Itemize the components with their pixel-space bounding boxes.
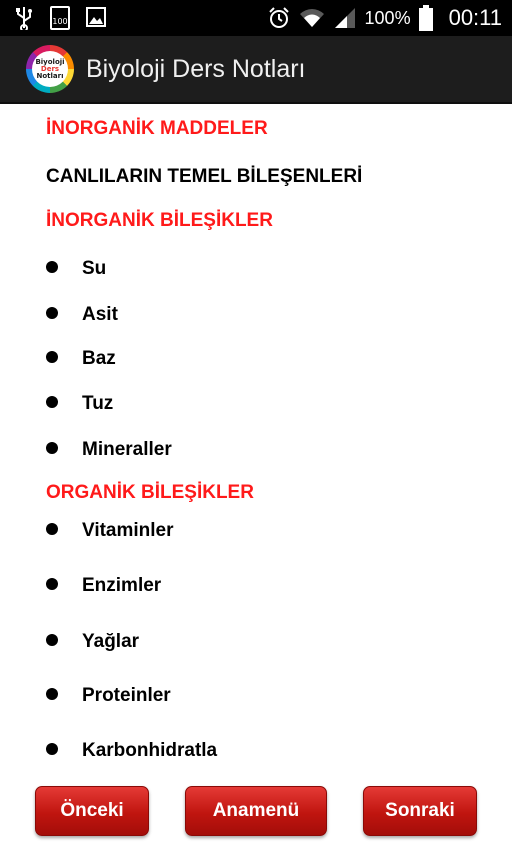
logo-line-3: Notları	[36, 71, 64, 80]
list-item-label: Yağlar	[82, 631, 140, 652]
alarm-icon	[268, 7, 289, 28]
previous-button[interactable]: Önceki	[35, 786, 149, 836]
list-item-label: Baz	[82, 348, 116, 369]
heading-inorganic-substances: İNORGANİK MADDELER	[46, 118, 268, 139]
battery-percent: 100%	[364, 7, 411, 28]
list-item: Tuz	[46, 393, 113, 417]
list-item: Enzimler	[46, 575, 161, 599]
content-scroll-area[interactable]: İNORGANİK MADDELER CANLILARIN TEMEL BİLE…	[0, 106, 512, 778]
bullet-icon	[46, 351, 58, 363]
list-item-label: Vitaminler	[82, 520, 174, 541]
list-item-label: Asit	[82, 304, 118, 325]
battery-level-icon: 100	[50, 6, 70, 30]
list-item-label: Mineraller	[82, 439, 172, 460]
signal-icon	[334, 8, 355, 28]
bullet-icon	[46, 396, 58, 408]
status-right: 100% 00:11	[267, 0, 502, 36]
list-item: Mineraller	[46, 439, 172, 463]
status-bar: 100 100% 00:11	[0, 0, 512, 36]
battery-icon	[418, 5, 433, 31]
bullet-icon	[46, 688, 58, 700]
bullet-icon	[46, 743, 58, 755]
list-item-label: Su	[82, 258, 107, 279]
action-bar: Biyoloji Ders Notları Biyoloji Ders Notl…	[0, 36, 512, 104]
main-menu-button[interactable]: Anamenü	[185, 786, 327, 836]
heading-organic-compounds: ORGANİK BİLEŞİKLER	[46, 482, 254, 503]
list-item-label: Tuz	[82, 393, 114, 414]
list-item-label: Karbonhidratla	[82, 740, 218, 761]
heading-inorganic-compounds: İNORGANİK BİLEŞİKLER	[46, 210, 273, 231]
list-item: Proteinler	[46, 685, 171, 709]
list-item: Asit	[46, 304, 118, 328]
battery-level-text: 100	[52, 17, 68, 26]
wifi-icon	[299, 9, 324, 27]
bullet-icon	[46, 307, 58, 319]
bullet-icon	[46, 261, 58, 273]
bottom-nav-bar: Önceki Anamenü Sonraki	[0, 778, 512, 842]
logo-inner: Biyoloji Ders Notları	[32, 51, 68, 87]
next-button[interactable]: Sonraki	[363, 786, 477, 836]
list-item: Baz	[46, 348, 116, 372]
app-title: Biyoloji Ders Notları	[86, 54, 306, 83]
bullet-icon	[46, 442, 58, 454]
usb-icon	[16, 7, 32, 30]
subheading-basic-components: CANLILARIN TEMEL BİLEŞENLERİ	[46, 166, 363, 187]
bullet-icon	[46, 523, 58, 535]
list-item: Yağlar	[46, 631, 139, 655]
list-item: Vitaminler	[46, 520, 174, 544]
image-icon	[86, 7, 106, 27]
list-item-label: Proteinler	[82, 685, 171, 706]
list-item-label: Enzimler	[82, 575, 162, 596]
bullet-icon	[46, 578, 58, 590]
clock: 00:11	[448, 5, 502, 30]
app-logo[interactable]: Biyoloji Ders Notları	[26, 45, 74, 93]
bullet-icon	[46, 634, 58, 646]
list-item: Karbonhidratla	[46, 740, 217, 764]
list-item: Su	[46, 258, 106, 282]
